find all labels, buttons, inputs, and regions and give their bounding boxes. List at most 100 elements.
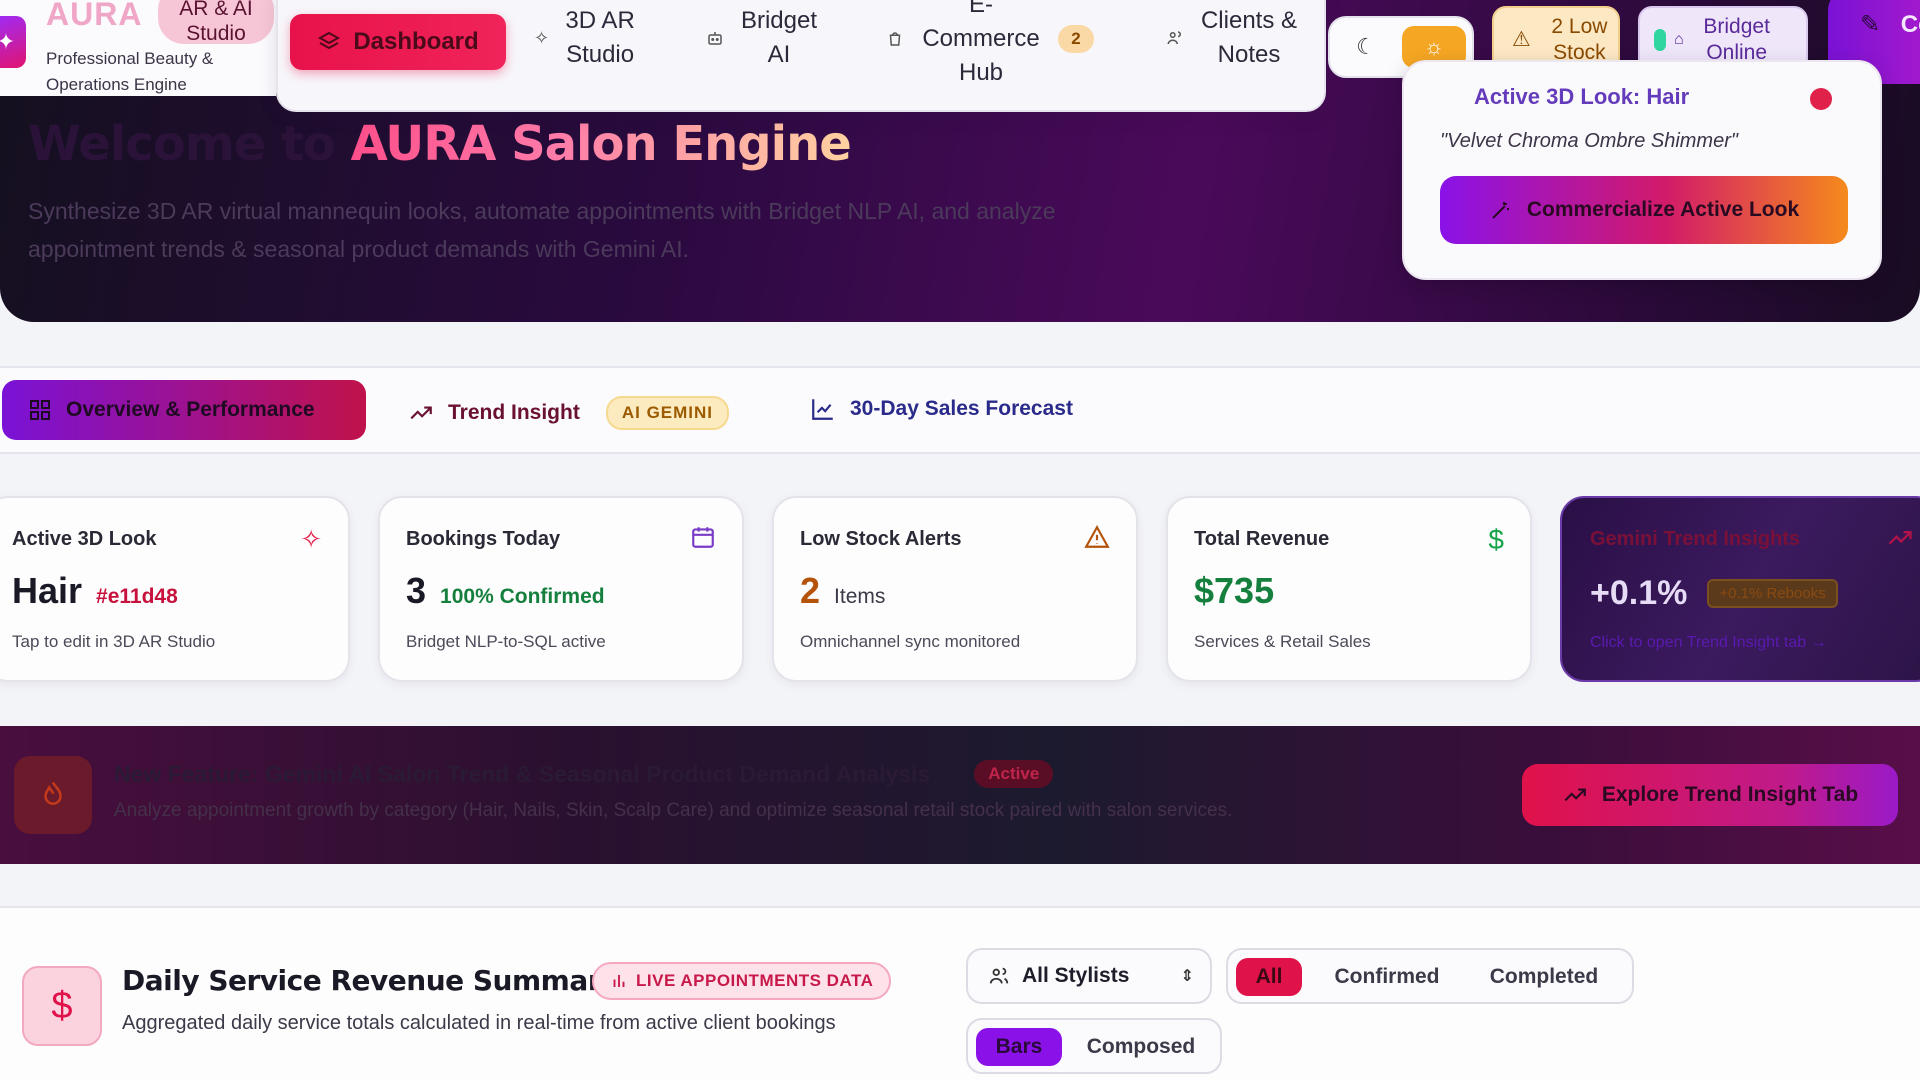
feature-title: New Feature: Gemini AI Salon Trend & Sea… bbox=[114, 760, 1054, 788]
line-chart-icon bbox=[810, 396, 836, 422]
nav-3d-ar-studio-label: 3D AR Studio bbox=[565, 7, 635, 68]
card-bookings-today[interactable]: Bookings Today 3 100% Confirmed Bridget … bbox=[378, 496, 744, 682]
nav-dashboard-label: Dashboard bbox=[353, 28, 479, 55]
ai-gemini-badge: AI GEMINI bbox=[605, 396, 730, 430]
hero-title: Welcome to AURA Salon Engine bbox=[28, 116, 852, 172]
trending-up-icon bbox=[1886, 524, 1914, 552]
stylist-filter-select[interactable]: All Stylists ⇕ bbox=[966, 948, 1212, 1004]
filter-confirmed[interactable]: Confirmed bbox=[1322, 958, 1452, 996]
main-nav: Dashboard ✧ 3D AR Studio Bridget AI E-Co… bbox=[276, 0, 1326, 112]
feature-status-badge: Active bbox=[974, 760, 1054, 788]
card-trend-title: Gemini Trend Insights bbox=[1590, 528, 1801, 550]
card-gemini-trend[interactable]: Gemini Trend Insights +0.1% +0.1% Rebook… bbox=[1560, 496, 1920, 682]
card-bookings-value: 3 100% Confirmed bbox=[406, 570, 605, 612]
nav-clients-notes[interactable]: Clients & Notes bbox=[1166, 4, 1316, 72]
mode-composed[interactable]: Composed bbox=[1076, 1028, 1206, 1066]
nav-bridget-ai-label: Bridget AI bbox=[740, 7, 818, 68]
warning-icon: ⚠ bbox=[1512, 28, 1531, 51]
card-low-stock-value: 2 Items bbox=[800, 570, 885, 612]
active-look-quote: "Velvet Chroma Ombre Shimmer" bbox=[1440, 130, 1738, 152]
card-bookings-title: Bookings Today bbox=[406, 528, 561, 550]
card-active-look-note: Tap to edit in 3D AR Studio bbox=[12, 632, 216, 651]
bookings-count: 3 bbox=[406, 570, 427, 611]
corner-cta-label: Co bbox=[1900, 11, 1920, 38]
low-stock-label: 2 Low Stock bbox=[1551, 15, 1608, 64]
magic-wand-icon: ✎ bbox=[1860, 11, 1881, 38]
trend-badge: +0.1% Rebooks bbox=[1707, 579, 1838, 608]
feature-subtitle: Analyze appointment growth by category (… bbox=[114, 800, 1233, 821]
explore-trend-button[interactable]: Explore Trend Insight Tab bbox=[1522, 764, 1898, 826]
card-revenue-note: Services & Retail Sales bbox=[1194, 632, 1371, 651]
moon-icon[interactable]: ☾ bbox=[1344, 26, 1388, 68]
flame-icon bbox=[14, 756, 92, 834]
layers-icon bbox=[317, 30, 341, 54]
logo-text: AURA bbox=[46, 0, 143, 32]
sparkle-icon: ✧ bbox=[300, 524, 322, 554]
chart-mode-group: Bars Composed bbox=[966, 1018, 1222, 1074]
card-revenue-value: $735 bbox=[1194, 570, 1274, 612]
trend-percent: +0.1% bbox=[1590, 574, 1688, 612]
mode-bars[interactable]: Bars bbox=[976, 1028, 1062, 1066]
stylist-filter-value: All Stylists bbox=[1022, 964, 1130, 987]
revenue-amount: $735 bbox=[1194, 570, 1275, 611]
feature-banner: New Feature: Gemini AI Salon Trend & Sea… bbox=[0, 726, 1920, 864]
commercialize-button[interactable]: Commercialize Active Look bbox=[1440, 176, 1848, 244]
hero-subtitle: Synthesize 3D AR virtual mannequin looks… bbox=[28, 198, 1056, 262]
shopping-bag-icon bbox=[886, 30, 904, 48]
card-trend-value: +0.1% +0.1% Rebooks bbox=[1590, 574, 1838, 613]
active-look-card: Active 3D Look: Hair "Velvet Chroma Ombr… bbox=[1402, 60, 1882, 280]
card-low-stock[interactable]: Low Stock Alerts 2 Items Omnichannel syn… bbox=[772, 496, 1138, 682]
bookings-confirmed: 100% Confirmed bbox=[440, 585, 605, 608]
sparkle-icon: ✧ bbox=[534, 28, 550, 48]
tab-trend-label: Trend Insight bbox=[448, 401, 580, 424]
look-hex-code: #e11d48 bbox=[96, 585, 178, 608]
card-active-look-value: Hair #e11d48 bbox=[12, 570, 178, 612]
users-icon bbox=[988, 965, 1010, 987]
logo-tagline: Professional Beauty & Operations Engine bbox=[46, 49, 214, 94]
grid-icon bbox=[28, 398, 52, 422]
tab-forecast-label: 30-Day Sales Forecast bbox=[850, 397, 1073, 420]
tab-overview[interactable]: Overview & Performance bbox=[2, 380, 366, 440]
filter-all[interactable]: All bbox=[1236, 958, 1302, 996]
logo-sparkle-icon[interactable]: ✦ bbox=[0, 16, 26, 68]
calendar-icon bbox=[690, 524, 716, 550]
hero-title-brand: AURA Salon Engine bbox=[350, 116, 852, 172]
dollar-icon: $ bbox=[22, 966, 102, 1046]
card-active-look[interactable]: Active 3D Look ✧ Hair #e11d48 Tap to edi… bbox=[0, 496, 350, 682]
hero-title-prefix: Welcome to bbox=[28, 116, 336, 172]
magic-wand-icon bbox=[1489, 198, 1513, 222]
tab-trend-insight[interactable]: Trend Insight AI GEMINI bbox=[408, 396, 730, 430]
card-revenue-title: Total Revenue bbox=[1194, 528, 1330, 550]
nav-clients-notes-label: Clients & Notes bbox=[1200, 7, 1298, 68]
revenue-section-subtitle: Aggregated daily service totals calculat… bbox=[122, 1012, 836, 1034]
bar-chart-icon bbox=[610, 972, 628, 990]
card-bookings-note: Bridget NLP-to-SQL active bbox=[406, 632, 606, 651]
active-look-heading: Active 3D Look: Hair bbox=[1474, 84, 1690, 109]
look-category: Hair bbox=[12, 570, 83, 611]
nav-bridget-ai[interactable]: Bridget AI bbox=[706, 4, 822, 72]
studio-pill: AR & AI Studio bbox=[158, 0, 274, 45]
ecommerce-badge: 2 bbox=[1058, 25, 1094, 53]
dashboard-tabs: Overview & Performance Trend Insight AI … bbox=[0, 366, 1920, 454]
bridget-status-label: Bridget Online bbox=[1703, 15, 1770, 64]
revenue-summary-section: $ Daily Service Revenue Summary LIVE APP… bbox=[0, 906, 1920, 1080]
card-active-look-title: Active 3D Look bbox=[12, 528, 157, 550]
tab-overview-label: Overview & Performance bbox=[66, 398, 315, 421]
revenue-section-title: Daily Service Revenue Summary bbox=[122, 964, 619, 997]
explore-trend-label: Explore Trend Insight Tab bbox=[1601, 783, 1859, 806]
nav-ecommerce-hub[interactable]: E-Commerce Hub 2 bbox=[886, 0, 1126, 90]
trend-open-link[interactable]: Click to open Trend Insight tab → bbox=[1590, 634, 1827, 652]
tab-sales-forecast[interactable]: 30-Day Sales Forecast bbox=[810, 396, 1073, 422]
nav-dashboard[interactable]: Dashboard bbox=[290, 14, 506, 70]
users-icon bbox=[1166, 29, 1184, 47]
trending-up-icon bbox=[408, 400, 434, 426]
feature-title-text: New Feature: Gemini AI Salon Trend & Sea… bbox=[114, 760, 931, 787]
card-low-stock-note: Omnichannel sync monitored bbox=[800, 632, 1021, 651]
card-low-stock-title: Low Stock Alerts bbox=[800, 528, 962, 550]
card-total-revenue[interactable]: Total Revenue $ $735 Services & Retail S… bbox=[1166, 496, 1532, 682]
warning-icon bbox=[1084, 524, 1110, 550]
filter-completed[interactable]: Completed bbox=[1474, 958, 1614, 996]
low-stock-unit: Items bbox=[834, 585, 886, 608]
dollar-icon: $ bbox=[1488, 524, 1504, 555]
nav-3d-ar-studio[interactable]: ✧ 3D AR Studio bbox=[534, 4, 664, 72]
